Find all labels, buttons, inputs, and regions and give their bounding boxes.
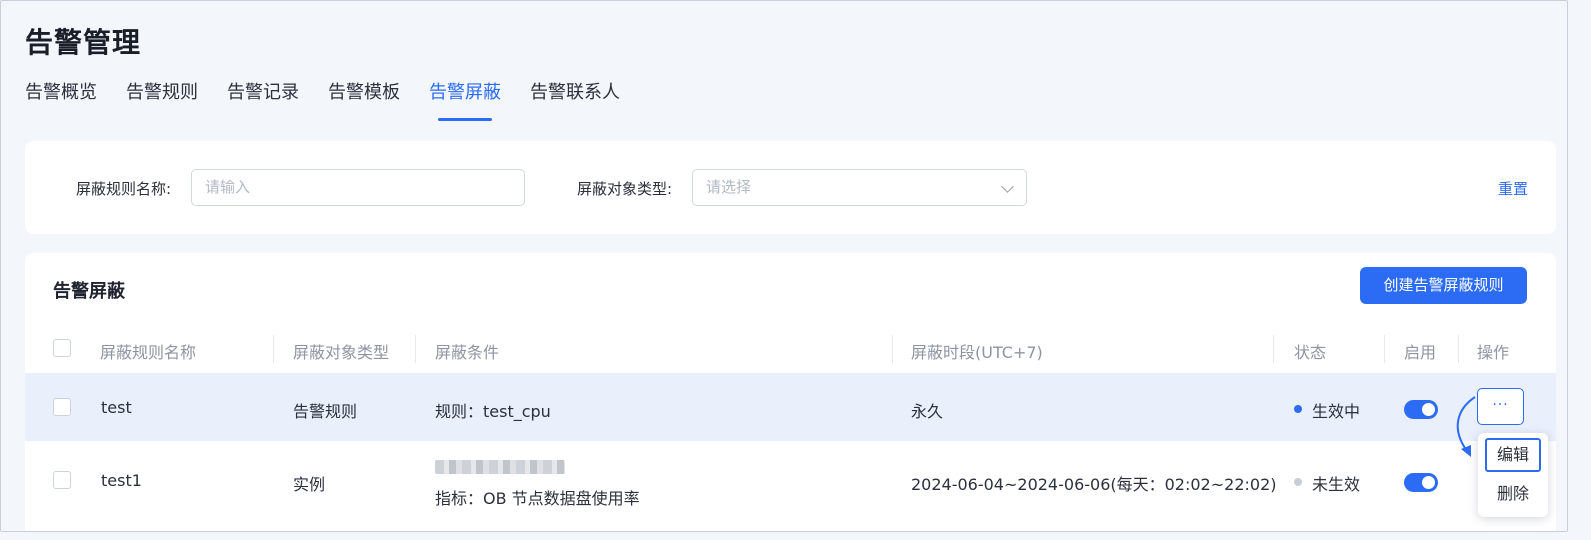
rule-name-label: 屏蔽规则名称:: [76, 180, 172, 198]
col-header-condition: 屏蔽条件: [435, 343, 500, 362]
col-header-actions: 操作: [1477, 343, 1510, 362]
column-divider: [1458, 335, 1459, 363]
col-header-period: 屏蔽时段(UTC+7): [911, 343, 1043, 362]
col-header-enable: 启用: [1404, 343, 1437, 362]
filter-panel: 屏蔽规则名称: 请输入 屏蔽对象类型: 请选择 重置: [25, 141, 1556, 234]
chevron-down-icon: [1001, 180, 1014, 193]
page-title: 告警管理: [25, 26, 142, 59]
delete-menu-item[interactable]: 删除: [1485, 477, 1541, 511]
table-header: 屏蔽规则名称 屏蔽对象类型 屏蔽条件 屏蔽时段(UTC+7) 状态 启用 操作: [25, 327, 1556, 371]
edit-menu-item[interactable]: 编辑: [1485, 438, 1541, 472]
row-name: test: [101, 398, 132, 417]
table-row: test1 实例 指标：OB 节点数据盘使用率 2024-06-04~2024-…: [25, 441, 1556, 531]
select-all-checkbox[interactable]: [53, 339, 71, 357]
shield-table-panel: 告警屏蔽 创建告警屏蔽规则 屏蔽规则名称 屏蔽对象类型 屏蔽条件 屏蔽时段(UT…: [25, 253, 1556, 531]
row-type: 告警规则: [293, 402, 358, 421]
column-divider: [273, 335, 274, 363]
enable-toggle[interactable]: [1404, 400, 1438, 419]
column-divider: [415, 335, 416, 363]
redacted-instance-text: [435, 460, 565, 474]
row-name: test1: [101, 471, 142, 490]
column-divider: [1384, 335, 1385, 363]
tab-shield[interactable]: 告警屏蔽: [429, 79, 501, 121]
col-header-status: 状态: [1294, 343, 1327, 362]
row-status: 生效中: [1312, 402, 1361, 421]
object-type-placeholder: 请选择: [706, 178, 752, 196]
object-type-select[interactable]: 请选择: [692, 169, 1027, 206]
section-title: 告警屏蔽: [53, 281, 125, 302]
more-actions-button[interactable]: ···: [1477, 388, 1524, 425]
col-header-type: 屏蔽对象类型: [293, 343, 390, 362]
tab-templates[interactable]: 告警模板: [328, 79, 400, 121]
reset-button[interactable]: 重置: [1498, 178, 1528, 199]
col-header-name: 屏蔽规则名称: [100, 343, 197, 362]
row-checkbox[interactable]: [53, 398, 71, 416]
row-type: 实例: [293, 475, 326, 494]
tab-rules[interactable]: 告警规则: [126, 79, 198, 121]
pointer-arrow-icon: [1456, 396, 1476, 457]
create-shield-rule-button[interactable]: 创建告警屏蔽规则: [1360, 267, 1527, 304]
row-period: 永久: [911, 402, 944, 421]
app-frame: 告警管理 告警概览 告警规则 告警记录 告警模板 告警屏蔽 告警联系人 屏蔽规则…: [0, 0, 1568, 532]
status-active-dot: [1294, 405, 1302, 413]
column-divider: [892, 335, 893, 363]
status-inactive-dot: [1294, 478, 1302, 486]
rule-name-input[interactable]: 请输入: [191, 169, 525, 206]
row-condition-metric: 指标：OB 节点数据盘使用率: [435, 489, 640, 508]
tab-bar: 告警概览 告警规则 告警记录 告警模板 告警屏蔽 告警联系人: [25, 79, 649, 121]
column-divider: [1273, 335, 1274, 363]
object-type-label: 屏蔽对象类型:: [577, 180, 673, 198]
tab-records[interactable]: 告警记录: [227, 79, 299, 121]
tab-overview[interactable]: 告警概览: [25, 79, 97, 121]
row-condition: 规则：test_cpu: [435, 402, 551, 421]
enable-toggle[interactable]: [1404, 473, 1438, 492]
row-period: 2024-06-04~2024-06-06(每天：02:02~22:02): [911, 475, 1277, 494]
table-row: test 告警规则 规则：test_cpu 永久 生效中 ···: [25, 373, 1556, 441]
tab-contacts[interactable]: 告警联系人: [530, 79, 620, 121]
actions-dropdown-menu: 编辑 删除: [1478, 433, 1548, 517]
row-status: 未生效: [1312, 475, 1361, 494]
row-checkbox[interactable]: [53, 471, 71, 489]
